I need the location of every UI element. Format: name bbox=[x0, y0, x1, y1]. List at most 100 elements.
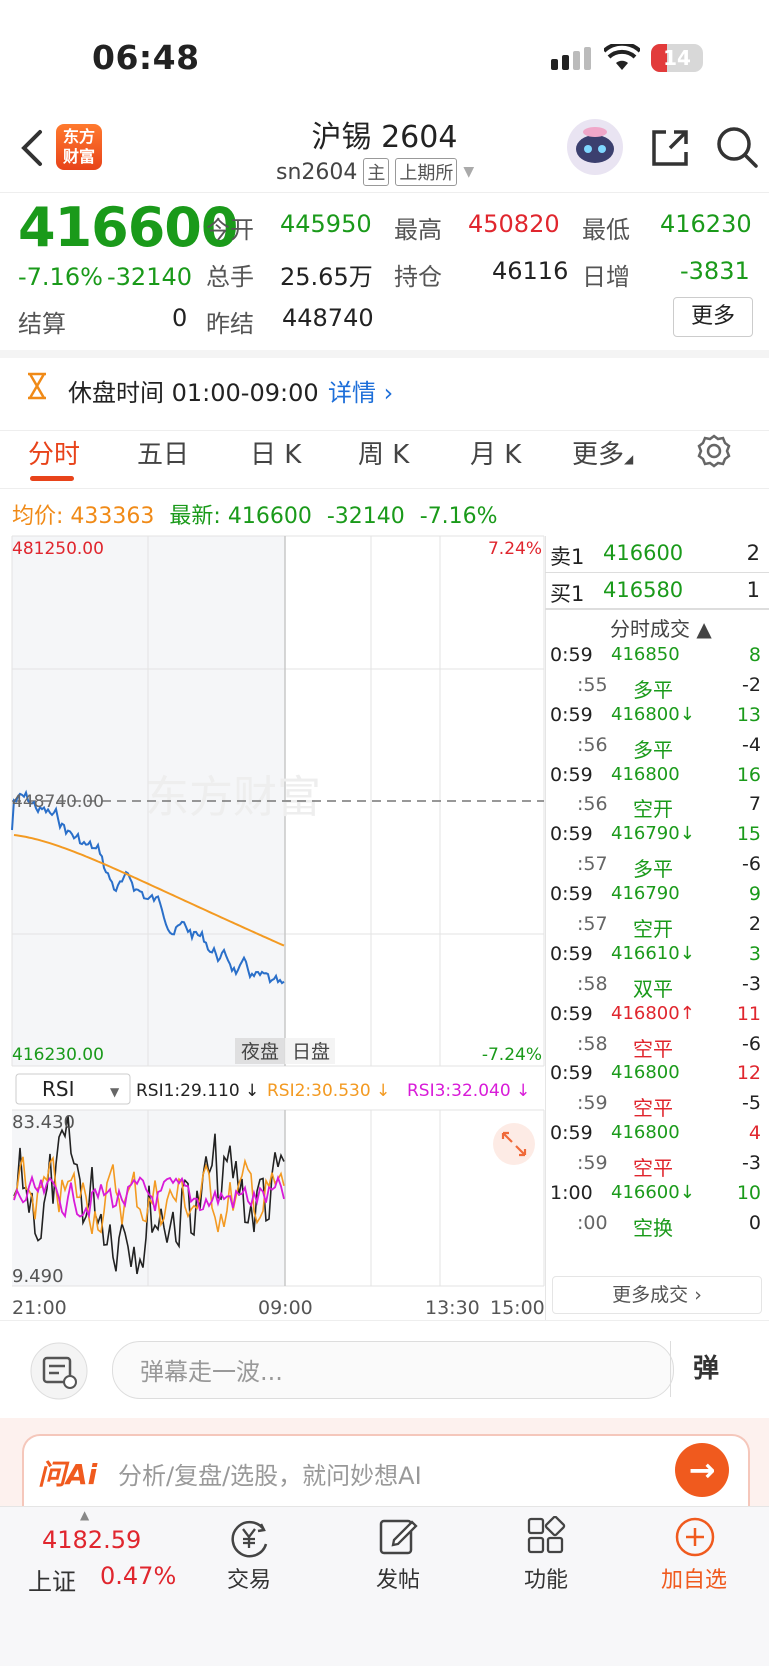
hourglass-icon bbox=[28, 372, 46, 400]
ai-submit-arrow-icon[interactable]: → bbox=[675, 1443, 729, 1497]
tick-row: :00 空换 0 bbox=[577, 1211, 761, 1240]
tab-daily-k[interactable]: 日 K bbox=[250, 434, 301, 471]
tick-row: :58 双平 -3 bbox=[577, 972, 761, 1001]
tick-row: 0:59 416800 12 bbox=[550, 1062, 761, 1085]
search-icon[interactable] bbox=[714, 124, 760, 170]
danmu-placeholder: 弹幕走一波... bbox=[140, 1358, 283, 1386]
danmu-list-icon[interactable] bbox=[30, 1342, 88, 1400]
avg-value: 433363 bbox=[70, 504, 155, 529]
ai-brand: 问Ai bbox=[38, 1458, 98, 1491]
settings-gear-icon[interactable] bbox=[697, 434, 731, 468]
tick-row: 0:59 416850 8 bbox=[550, 644, 761, 666]
session-detail-link[interactable]: 详情 › bbox=[328, 373, 393, 408]
contract-subtitle[interactable]: sn2604 主 上期所 ▼ bbox=[276, 158, 474, 186]
dropdown-icon: ▼ bbox=[463, 164, 475, 180]
tick-row: 0:59 416800↑ 11 bbox=[550, 1002, 761, 1025]
volume-label: 总手 bbox=[206, 263, 254, 291]
expand-icon[interactable] bbox=[493, 1123, 535, 1165]
tab-monthly-k[interactable]: 月 K bbox=[470, 434, 521, 471]
post-edit-icon[interactable] bbox=[378, 1516, 418, 1556]
open-interest-label: 持仓 bbox=[394, 263, 442, 291]
main-contract-tag: 主 bbox=[363, 158, 390, 186]
more-quote-button[interactable]: 更多 bbox=[673, 297, 753, 337]
contract-code: sn2604 bbox=[276, 159, 358, 185]
open-value: 445950 bbox=[280, 210, 372, 238]
tick-row: :59 空平 -3 bbox=[577, 1152, 761, 1181]
more-ticks-button[interactable]: 更多成交 › bbox=[552, 1276, 762, 1314]
collapse-caret-icon[interactable]: ▲ bbox=[80, 1508, 89, 1522]
tick-row: 0:59 416800↓ 13 bbox=[550, 703, 761, 726]
tab-functions[interactable]: 功能 bbox=[496, 1562, 596, 1594]
change-percent: -7.16% bbox=[18, 263, 103, 291]
sell1-qty: 2 bbox=[746, 541, 760, 565]
index-name[interactable]: 上证 bbox=[28, 1562, 76, 1597]
trade-yen-icon[interactable] bbox=[228, 1518, 272, 1558]
last-value: 416600 bbox=[227, 504, 312, 529]
y-mid-label: 448740.00 bbox=[12, 792, 104, 812]
change-value: -32140 bbox=[107, 263, 193, 291]
add-watchlist-plus-icon[interactable] bbox=[674, 1516, 716, 1558]
last-label: 最新: bbox=[169, 504, 221, 529]
low-value: 416230 bbox=[660, 210, 752, 238]
prev-settle-label: 昨结 bbox=[206, 310, 254, 338]
daily-increase-label: 日增 bbox=[582, 263, 630, 291]
tab-trade[interactable]: 交易 bbox=[199, 1562, 299, 1594]
functions-grid-icon[interactable] bbox=[526, 1516, 566, 1556]
index-percent[interactable]: 0.47% bbox=[100, 1562, 176, 1590]
tab-five-day[interactable]: 五日 bbox=[137, 434, 189, 471]
settle-label: 结算 bbox=[18, 310, 66, 338]
wifi-icon bbox=[604, 44, 640, 70]
tab-intraday[interactable]: 分时 bbox=[28, 434, 80, 471]
tab-more[interactable]: 更多◢ bbox=[572, 434, 633, 471]
intraday-chart[interactable]: 东方财富 481250.00 448740.00 416230.00 7.24%… bbox=[0, 530, 545, 1330]
rsi1-value: RSI1:29.110 ↓ bbox=[136, 1081, 259, 1101]
tick-row: :59 空平 -5 bbox=[577, 1092, 761, 1121]
cellular-signal-icon bbox=[551, 47, 591, 70]
time-label-afternoon: 13:30 bbox=[425, 1297, 480, 1319]
index-value[interactable]: 4182.59 bbox=[42, 1526, 141, 1554]
avg-label: 均价: bbox=[12, 504, 64, 529]
rsi-max-label: 83.430 bbox=[12, 1112, 75, 1133]
status-clock: 06:48 bbox=[92, 38, 200, 77]
ticks-title[interactable]: 分时成交 ▲ bbox=[610, 613, 712, 642]
share-icon[interactable] bbox=[648, 126, 692, 170]
y-bottom-label: 416230.00 bbox=[12, 1045, 104, 1065]
average-price-line: 均价: 433363 最新: 416600 -32140 -7.16% bbox=[12, 498, 498, 530]
battery-icon: 14 bbox=[651, 44, 703, 72]
divider bbox=[545, 572, 769, 573]
danmu-send-button[interactable]: 弹 bbox=[670, 1341, 741, 1397]
tick-row: :56 多平 -4 bbox=[577, 733, 761, 762]
tab-post[interactable]: 发帖 bbox=[348, 1562, 448, 1594]
tick-row: :55 多平 -2 bbox=[577, 673, 761, 702]
prev-settle-value: 448740 bbox=[282, 304, 374, 332]
open-label: 今开 bbox=[206, 216, 254, 244]
night-session-label: 夜盘 bbox=[241, 1041, 279, 1063]
y-top-label: 481250.00 bbox=[12, 539, 104, 559]
robot-avatar-icon[interactable] bbox=[566, 118, 624, 176]
buy1-label: 买1 bbox=[550, 582, 585, 606]
last-change: -32140 bbox=[326, 504, 405, 529]
low-label: 最低 bbox=[582, 216, 630, 244]
sell1-price: 416600 bbox=[603, 541, 684, 565]
tick-row: 0:59 416790↓ 15 bbox=[550, 823, 761, 846]
high-value: 450820 bbox=[468, 210, 560, 238]
sell1-label: 卖1 bbox=[550, 545, 585, 569]
session-notice-text: 休盘时间 01:00-09:00 bbox=[68, 379, 319, 407]
buy1-qty: 1 bbox=[746, 578, 760, 602]
rsi-dropdown-icon: ▼ bbox=[110, 1085, 120, 1099]
exchange-tag: 上期所 bbox=[395, 158, 458, 186]
tab-add-watchlist[interactable]: 加自选 bbox=[644, 1562, 744, 1594]
time-label-day-open: 09:00 bbox=[258, 1297, 313, 1319]
tick-row: :57 多平 -6 bbox=[577, 853, 761, 882]
time-label-close: 15:00 bbox=[490, 1297, 545, 1319]
divider bbox=[0, 192, 769, 193]
rsi-selector-label: RSI bbox=[42, 1077, 75, 1101]
daily-increase-value: -3831 bbox=[680, 257, 750, 285]
tab-weekly-k[interactable]: 周 K bbox=[358, 434, 409, 471]
pct-bottom-label: -7.24% bbox=[482, 1045, 542, 1065]
buy1-price: 416580 bbox=[603, 578, 684, 602]
tick-row: 0:59 416790 9 bbox=[550, 883, 761, 906]
tick-row: 0:59 416800 16 bbox=[550, 763, 761, 786]
tick-row: 0:59 416610↓ 3 bbox=[550, 942, 761, 965]
ai-placeholder: 分析/复盘/选股，就问妙想AI bbox=[118, 1462, 422, 1490]
